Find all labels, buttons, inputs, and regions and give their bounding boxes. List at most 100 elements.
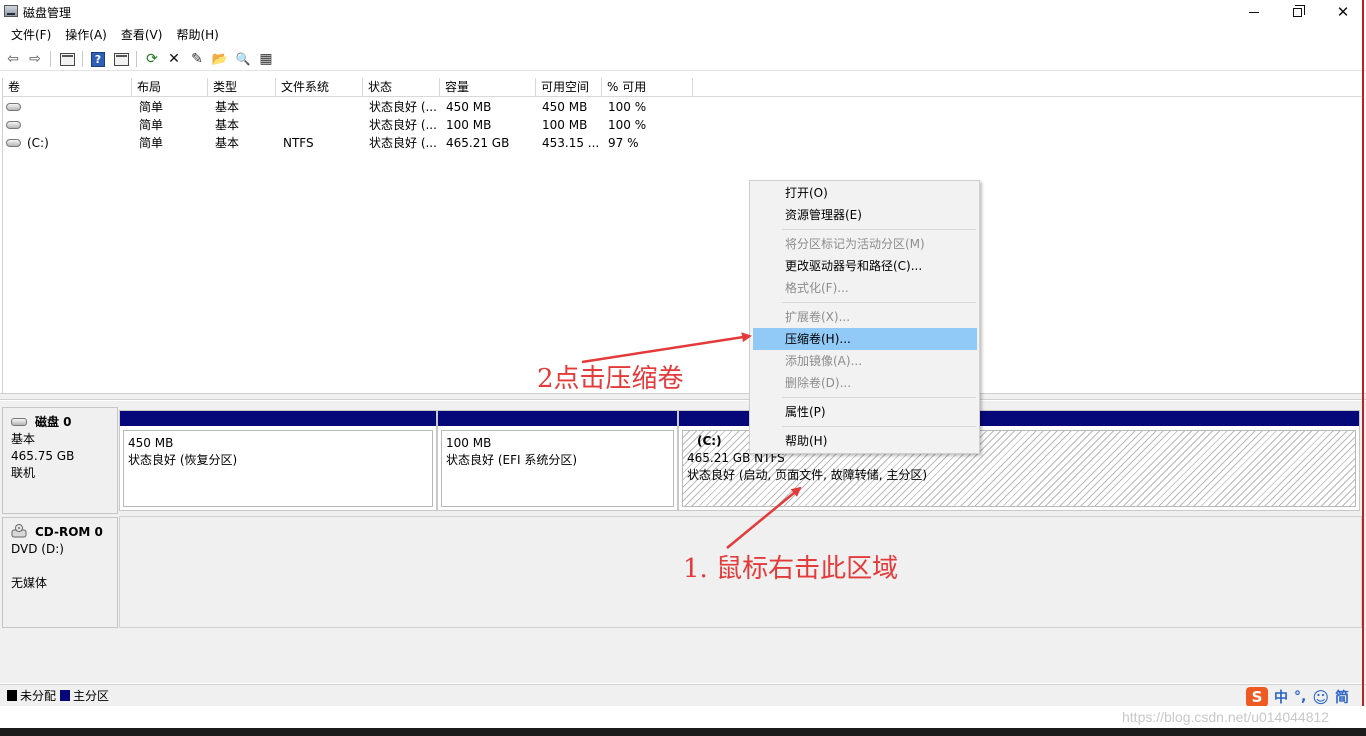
table-row[interactable]: (C:) 简单 基本 NTFS 状态良好 (... 465.21 GB 453.… xyxy=(3,134,1363,152)
cdrom-0-size xyxy=(11,558,117,575)
legend-label: 主分区 xyxy=(73,689,110,703)
forward-button[interactable]: ⇨ xyxy=(26,50,44,68)
disk-0-label[interactable]: 磁盘 0 基本 465.75 GB 联机 xyxy=(2,407,118,514)
volume-list-header: 卷 布局 类型 文件系统 状态 容量 可用空间 % 可用 xyxy=(3,78,1363,97)
cell-type: 基本 xyxy=(215,100,240,114)
column-volume[interactable]: 卷 xyxy=(3,78,132,97)
open-button[interactable]: 📂 xyxy=(211,50,229,68)
restore-icon xyxy=(1292,4,1305,17)
console-icon xyxy=(59,52,75,66)
context-menu: 打开(O) 资源管理器(E) 将分区标记为活动分区(M) 更改驱动器号和路径(C… xyxy=(749,180,980,454)
partition-size: 100 MB xyxy=(446,436,492,450)
menu-item-properties[interactable]: 属性(P) xyxy=(753,401,977,423)
cell-filesystem: NTFS xyxy=(283,136,314,150)
column-free-space[interactable]: 可用空间 xyxy=(536,78,602,97)
column-layout[interactable]: 布局 xyxy=(132,78,208,97)
volume-icon xyxy=(6,103,21,111)
cell-capacity: 100 MB xyxy=(446,118,492,132)
window-edge xyxy=(1362,0,1364,706)
disk-0-name-row: 磁盘 0 xyxy=(11,414,117,431)
volume-list[interactable]: 卷 布局 类型 文件系统 状态 容量 可用空间 % 可用 简单 基本 状态良好 … xyxy=(2,78,1363,393)
legend-item: 未分配 xyxy=(7,687,56,704)
cell-type: 基本 xyxy=(215,136,240,150)
cell-free-space: 100 MB xyxy=(542,118,588,132)
refresh-button[interactable]: ⟳ xyxy=(143,50,161,68)
search-button[interactable]: 🔍 xyxy=(234,50,252,68)
partition-body: 100 MB 状态良好 (EFI 系统分区) xyxy=(441,430,674,507)
cell-percent-free: 97 % xyxy=(608,136,639,150)
checklist-button[interactable]: ✎ xyxy=(188,50,206,68)
cdrom-0-label[interactable]: CD-ROM 0 DVD (D:) 无媒体 xyxy=(2,517,118,628)
cdrom-0-type: DVD (D:) xyxy=(11,542,64,556)
delete-button[interactable]: ✕ xyxy=(165,50,183,68)
minimize-button[interactable] xyxy=(1231,0,1277,24)
partition-status: 状态良好 (EFI 系统分区) xyxy=(446,453,578,467)
partition-recovery[interactable]: 450 MB 状态良好 (恢复分区) xyxy=(119,410,437,511)
menu-item-explorer[interactable]: 资源管理器(E) xyxy=(753,204,977,226)
cell-layout: 简单 xyxy=(139,100,164,114)
menu-item-open[interactable]: 打开(O) xyxy=(753,182,977,204)
column-filesystem[interactable]: 文件系统 xyxy=(276,78,363,97)
menu-item-delete-volume[interactable]: 删除卷(D)... xyxy=(753,372,977,394)
legend-swatch-primary xyxy=(60,690,71,701)
menu-file[interactable]: 文件(F) xyxy=(4,25,58,45)
console-button[interactable] xyxy=(58,50,76,68)
open-folder-icon: 📂 xyxy=(211,51,229,67)
back-button[interactable]: ⇦ xyxy=(4,50,22,68)
menu-action[interactable]: 操作(A) xyxy=(58,25,114,45)
legend-item: 主分区 xyxy=(60,687,109,704)
partition-body: 450 MB 状态良好 (恢复分区) xyxy=(123,430,433,507)
cell-volume: (C:) xyxy=(27,136,49,150)
close-button[interactable]: ✕ xyxy=(1320,0,1366,24)
disk-management-icon xyxy=(4,5,18,17)
cell-status: 状态良好 (... xyxy=(369,118,437,132)
menu-item-extend-volume[interactable]: 扩展卷(X)... xyxy=(753,306,977,328)
column-capacity[interactable]: 容量 xyxy=(440,78,536,97)
menu-item-change-drive-letter[interactable]: 更改驱动器号和路径(C)... xyxy=(753,255,977,277)
menu-item-help[interactable]: 帮助(H) xyxy=(753,430,977,452)
checklist-icon: ✎ xyxy=(191,51,203,67)
menu-help[interactable]: 帮助(H) xyxy=(169,25,225,45)
menu-item-format[interactable]: 格式化(F)... xyxy=(753,277,977,299)
cell-free-space: 450 MB xyxy=(542,100,588,114)
restore-button[interactable] xyxy=(1274,0,1320,24)
partition-bar xyxy=(438,411,677,426)
cell-capacity: 465.21 GB xyxy=(446,136,510,150)
menu-item-shrink-volume[interactable]: 压缩卷(H)... xyxy=(753,328,977,350)
settings-button[interactable]: ▦ xyxy=(257,50,275,68)
legend: 未分配 主分区 xyxy=(0,684,1366,706)
properties-button[interactable] xyxy=(112,50,130,68)
watermark: https://blog.csdn.net/u014044812 xyxy=(1122,709,1330,725)
volume-icon xyxy=(6,121,21,129)
cell-percent-free: 100 % xyxy=(608,100,647,114)
ime-simplified: 简 xyxy=(1335,690,1350,706)
menu-separator xyxy=(782,397,976,398)
column-status[interactable]: 状态 xyxy=(363,78,440,97)
toolbar-separator xyxy=(136,51,137,67)
table-row[interactable]: 简单 基本 状态良好 (... 450 MB 450 MB 100 % xyxy=(3,98,1363,116)
help-button[interactable]: ? xyxy=(89,50,107,68)
column-percent-free[interactable]: % 可用 xyxy=(602,78,693,97)
cdrom-0-name: CD-ROM 0 xyxy=(35,525,103,539)
menu-item-add-mirror[interactable]: 添加镜像(A)... xyxy=(753,350,977,372)
menu-view[interactable]: 查看(V) xyxy=(114,25,170,45)
partition-efi[interactable]: 100 MB 状态良好 (EFI 系统分区) xyxy=(437,410,678,511)
forward-icon: ⇨ xyxy=(29,51,41,67)
table-row[interactable]: 简单 基本 状态良好 (... 100 MB 100 MB 100 % xyxy=(3,116,1363,134)
menu-separator xyxy=(782,426,976,427)
cell-capacity: 450 MB xyxy=(446,100,492,114)
column-type[interactable]: 类型 xyxy=(208,78,276,97)
search-icon: 🔍 xyxy=(235,52,251,66)
ime-indicator[interactable]: S 中 °, ☺ 简 xyxy=(1246,687,1349,707)
partition-size: 450 MB xyxy=(128,436,174,450)
partition-status: 状态良好 (启动, 页面文件, 故障转储, 主分区) xyxy=(687,468,928,482)
close-icon: ✕ xyxy=(1336,3,1350,21)
menu-item-mark-active[interactable]: 将分区标记为活动分区(M) xyxy=(753,233,977,255)
partition-status: 状态良好 (恢复分区) xyxy=(128,453,238,467)
cell-percent-free: 100 % xyxy=(608,118,647,132)
cdrom-0-status: 无媒体 xyxy=(11,576,48,590)
settings-icon: ▦ xyxy=(259,51,273,67)
cell-type: 基本 xyxy=(215,118,240,132)
cell-filesystem xyxy=(278,98,363,116)
volume-icon xyxy=(6,139,21,147)
